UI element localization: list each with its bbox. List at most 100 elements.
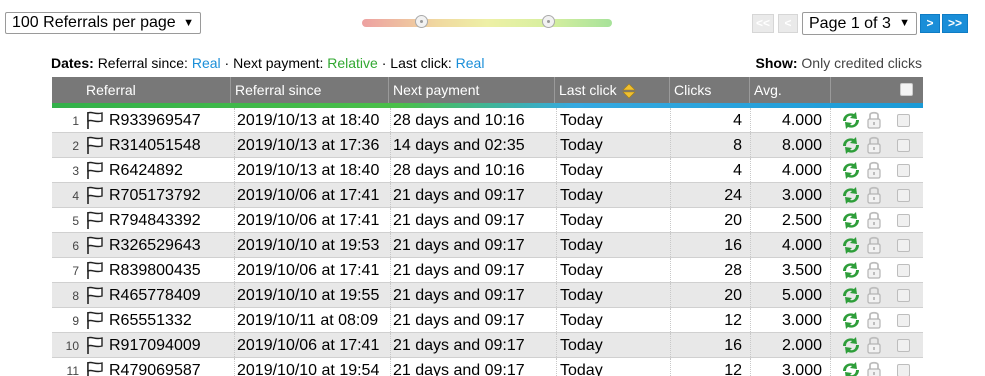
recycle-icon[interactable] (840, 111, 862, 130)
row-checkbox[interactable] (897, 314, 910, 327)
show-toggle[interactable]: Only credited clicks (801, 55, 922, 71)
referral-cell: R314051548 (82, 133, 234, 157)
referral-since-cell: 2019/10/11 at 08:09 (234, 308, 390, 332)
header-referral-since-label: Referral since (235, 82, 322, 98)
row-number: 6 (72, 239, 79, 253)
table-row[interactable]: 2 R314051548 2019/10/13 at 17:36 14 days… (52, 133, 923, 158)
next-payment-cell: 21 days and 09:17 (390, 183, 556, 207)
row-checkbox[interactable] (897, 189, 910, 202)
table-row[interactable]: 10 R917094009 2019/10/06 at 17:41 21 day… (52, 333, 923, 358)
first-page-button[interactable]: << (752, 14, 774, 33)
row-checkbox[interactable] (897, 214, 910, 227)
lock-icon[interactable] (866, 335, 882, 355)
referral-since-toggle[interactable]: Real (192, 55, 221, 71)
referral-cell: R839800435 (82, 258, 234, 282)
lock-icon[interactable] (866, 135, 882, 155)
header-clicks-label: Clicks (674, 82, 712, 98)
table-row[interactable]: 6 R326529643 2019/10/10 at 19:53 21 days… (52, 233, 923, 258)
row-checkbox[interactable] (897, 264, 910, 277)
next-payment-toggle[interactable]: Relative (327, 55, 378, 71)
table-row[interactable]: 9 R65551332 2019/10/11 at 08:09 21 days … (52, 308, 923, 333)
lock-icon[interactable] (866, 185, 882, 205)
page-select[interactable]: Page 1 of 3 ▼ (802, 12, 917, 35)
lock-icon[interactable] (866, 285, 882, 305)
lock-icon[interactable] (866, 210, 882, 230)
table-row[interactable]: 1 R933969547 2019/10/13 at 18:40 28 days… (52, 108, 923, 133)
lock-icon[interactable] (866, 310, 882, 330)
recycle-icon[interactable] (840, 236, 862, 255)
flag-icon[interactable] (85, 311, 105, 330)
table-row[interactable]: 7 R839800435 2019/10/06 at 17:41 21 days… (52, 258, 923, 283)
row-checkbox[interactable] (897, 364, 910, 376)
clicks-cell: 4 (670, 108, 750, 132)
table-row[interactable]: 3 R6424892 2019/10/13 at 18:40 28 days a… (52, 158, 923, 183)
referral-id: R65551332 (109, 312, 192, 329)
recycle-icon[interactable] (840, 186, 862, 205)
slider-handle-left[interactable] (415, 15, 428, 28)
header-avg[interactable]: Avg. (749, 77, 830, 103)
lock-icon[interactable] (866, 260, 882, 280)
next-page-button[interactable]: > (920, 14, 940, 33)
per-page-select[interactable]: 100 Referrals per page ▼ (5, 12, 201, 34)
header-referral-since[interactable]: Referral since (230, 77, 390, 103)
flag-icon[interactable] (85, 361, 105, 376)
flag-icon[interactable] (85, 336, 105, 355)
row-checkbox[interactable] (897, 114, 910, 127)
row-checkbox[interactable] (897, 239, 910, 252)
select-all-checkbox[interactable] (900, 83, 913, 96)
flag-icon[interactable] (85, 161, 105, 180)
table-row[interactable]: 8 R465778409 2019/10/10 at 19:55 21 days… (52, 283, 923, 308)
row-checkbox[interactable] (897, 164, 910, 177)
referral-cell: R705173792 (82, 183, 234, 207)
row-checkbox[interactable] (897, 339, 910, 352)
last-click-toggle[interactable]: Real (456, 55, 485, 71)
clicks-cell: 12 (670, 308, 750, 332)
header-avg-label: Avg. (754, 82, 782, 98)
next-payment-cell: 21 days and 09:17 (390, 233, 556, 257)
avg-cell: 4.000 (750, 108, 830, 132)
recycle-icon[interactable] (840, 311, 862, 330)
row-number: 4 (72, 189, 79, 203)
header-next-payment[interactable]: Next payment (388, 77, 556, 103)
prev-page-button[interactable]: < (778, 14, 798, 33)
last-click-cell: Today (556, 233, 670, 257)
flag-icon[interactable] (85, 286, 105, 305)
referral-cell: R917094009 (82, 333, 234, 357)
flag-icon[interactable] (85, 111, 105, 130)
recycle-icon[interactable] (840, 211, 862, 230)
lock-icon[interactable] (866, 360, 882, 376)
next-payment-cell: 21 days and 09:17 (390, 308, 556, 332)
flag-icon[interactable] (85, 186, 105, 205)
lock-icon[interactable] (866, 160, 882, 180)
last-page-button[interactable]: >> (942, 14, 968, 33)
table-row[interactable]: 4 R705173792 2019/10/06 at 17:41 21 days… (52, 183, 923, 208)
recycle-icon[interactable] (840, 361, 862, 376)
header-referral[interactable]: Referral (82, 77, 234, 103)
recycle-icon[interactable] (840, 261, 862, 280)
table-row[interactable]: 5 R794843392 2019/10/06 at 17:41 21 days… (52, 208, 923, 233)
slider-handle-right[interactable] (542, 15, 555, 28)
show-filter: Show: Only credited clicks (756, 55, 922, 71)
row-checkbox[interactable] (897, 289, 910, 302)
lock-icon[interactable] (866, 235, 882, 255)
flag-icon[interactable] (85, 261, 105, 280)
referral-since-label: Referral since: (97, 55, 188, 71)
recycle-icon[interactable] (840, 161, 862, 180)
clicks-cell: 28 (670, 258, 750, 282)
referral-id: R326529643 (109, 237, 201, 254)
flag-icon[interactable] (85, 211, 105, 230)
recycle-icon[interactable] (840, 286, 862, 305)
recycle-icon[interactable] (840, 336, 862, 355)
range-slider[interactable] (362, 15, 612, 28)
header-last-click[interactable]: Last click (554, 77, 670, 103)
lock-icon[interactable] (866, 110, 882, 130)
referral-id: R314051548 (109, 137, 201, 154)
row-checkbox[interactable] (897, 139, 910, 152)
referral-cell: R465778409 (82, 283, 234, 307)
referral-cell: R326529643 (82, 233, 234, 257)
flag-icon[interactable] (85, 236, 105, 255)
table-row[interactable]: 11 R479069587 2019/10/10 at 19:54 21 day… (52, 358, 923, 376)
flag-icon[interactable] (85, 136, 105, 155)
header-clicks[interactable]: Clicks (669, 77, 750, 103)
recycle-icon[interactable] (840, 136, 862, 155)
